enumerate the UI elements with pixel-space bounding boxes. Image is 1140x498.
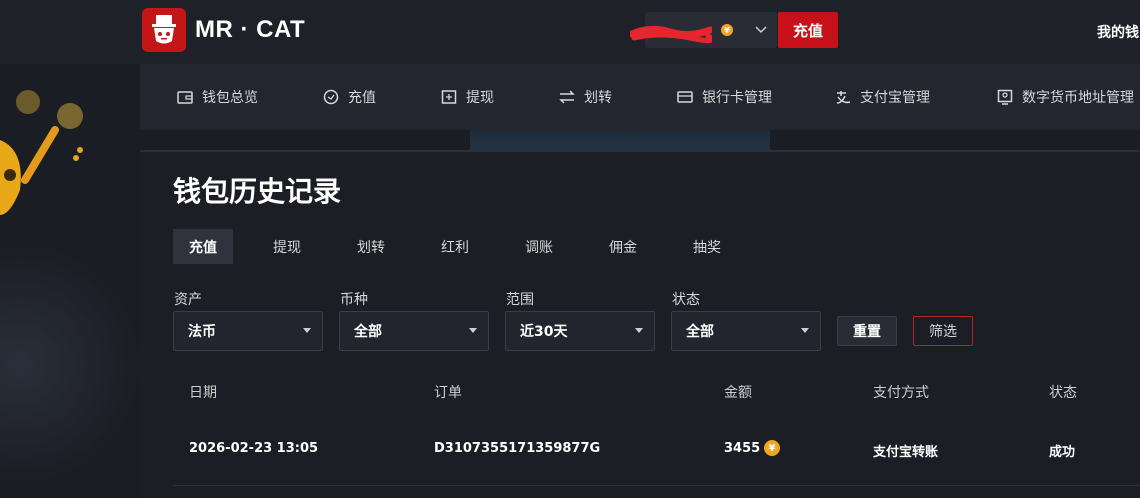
filter-button[interactable]: 筛选 xyxy=(913,316,973,346)
row-amount: 3455 xyxy=(724,441,761,456)
tab-transfer[interactable]: 划转 xyxy=(341,229,401,264)
logo-cat-icon xyxy=(142,8,186,52)
site-logo[interactable]: MR · CAT xyxy=(142,8,305,52)
column-header-date: 日期 xyxy=(189,385,217,401)
tab-adjustment[interactable]: 调账 xyxy=(509,229,569,264)
row-divider xyxy=(173,485,1140,486)
status-filter-label: 状态 xyxy=(672,292,700,308)
status-select-value: 全部 xyxy=(686,324,714,340)
tab-commission[interactable]: 佣金 xyxy=(593,229,653,264)
nav-item-label: 银行卡管理 xyxy=(702,90,772,106)
my-wallet-link[interactable]: 我的钱 xyxy=(1097,22,1139,42)
caret-down-icon xyxy=(635,328,643,333)
wallet-nav-bar: 钱包总览 充值 提现 划转 银行卡管理 支付宝管理 数字货币地址管理 xyxy=(140,64,1140,130)
column-header-amount: 金额 xyxy=(724,385,752,401)
nav-item-crypto-address[interactable]: 数字货币地址管理 xyxy=(996,64,1134,130)
nav-item-label: 支付宝管理 xyxy=(860,90,930,106)
column-header-order: 订单 xyxy=(434,385,462,401)
range-select[interactable]: 近30天 xyxy=(505,311,655,351)
nav-item-alipay[interactable]: 支付宝管理 xyxy=(834,64,930,130)
nav-item-bank-card[interactable]: 银行卡管理 xyxy=(676,64,772,130)
page-title: 钱包历史记录 xyxy=(173,175,342,208)
currency-coin-icon: ¥ xyxy=(764,440,780,456)
transfer-icon xyxy=(558,88,576,106)
nav-item-label: 提现 xyxy=(466,90,494,106)
row-order-id: D3107355171359877G xyxy=(434,441,601,456)
asset-filter-label: 资产 xyxy=(174,292,202,308)
top-header: MR · CAT ¥ 充值 我的钱 xyxy=(0,0,1140,64)
nav-item-transfer[interactable]: 划转 xyxy=(558,64,612,130)
currency-coin-icon: ¥ xyxy=(721,24,733,36)
nav-item-label: 充值 xyxy=(348,90,376,106)
caret-down-icon xyxy=(303,328,311,333)
alipay-icon xyxy=(834,88,852,106)
currency-select-value: 全部 xyxy=(354,324,382,340)
status-select[interactable]: 全部 xyxy=(671,311,821,351)
row-status: 成功 xyxy=(1049,445,1076,460)
wallet-icon xyxy=(176,88,194,106)
nav-item-withdraw[interactable]: 提现 xyxy=(440,64,494,130)
mascot-illustration xyxy=(0,90,83,215)
nav-item-wallet-overview[interactable]: 钱包总览 xyxy=(176,64,258,130)
tab-withdraw[interactable]: 提现 xyxy=(257,229,317,264)
nav-item-recharge[interactable]: 充值 xyxy=(322,64,376,130)
range-filter-label: 范围 xyxy=(506,292,534,308)
caret-down-icon xyxy=(469,328,477,333)
crypto-address-icon xyxy=(996,88,1014,106)
currency-select[interactable]: 全部 xyxy=(339,311,489,351)
chevron-down-icon[interactable] xyxy=(754,24,768,36)
column-header-payment-method: 支付方式 xyxy=(873,385,929,401)
tab-recharge[interactable]: 充值 xyxy=(173,229,233,264)
redacted-account-name xyxy=(630,25,712,44)
tab-bonus[interactable]: 红利 xyxy=(425,229,485,264)
caret-down-icon xyxy=(801,328,809,333)
reset-button[interactable]: 重置 xyxy=(837,316,897,346)
column-header-status: 状态 xyxy=(1049,385,1077,401)
tab-lottery[interactable]: 抽奖 xyxy=(677,229,737,264)
nav-item-label: 钱包总览 xyxy=(202,90,258,106)
row-payment-method: 支付宝转账 xyxy=(873,445,939,460)
nav-item-label: 数字货币地址管理 xyxy=(1022,90,1134,106)
logo-text: MR · CAT xyxy=(195,16,306,43)
currency-filter-label: 币种 xyxy=(340,292,368,308)
asset-select[interactable]: 法币 xyxy=(173,311,323,351)
range-select-value: 近30天 xyxy=(520,324,568,340)
recharge-icon xyxy=(322,88,340,106)
header-recharge-button[interactable]: 充值 xyxy=(778,12,838,48)
withdraw-icon xyxy=(440,88,458,106)
asset-select-value: 法币 xyxy=(188,324,216,340)
row-date: 2026-02-23 13:05 xyxy=(189,441,319,456)
background-banner-strip xyxy=(470,130,770,152)
bank-card-icon xyxy=(676,88,694,106)
nav-item-label: 划转 xyxy=(584,90,612,106)
